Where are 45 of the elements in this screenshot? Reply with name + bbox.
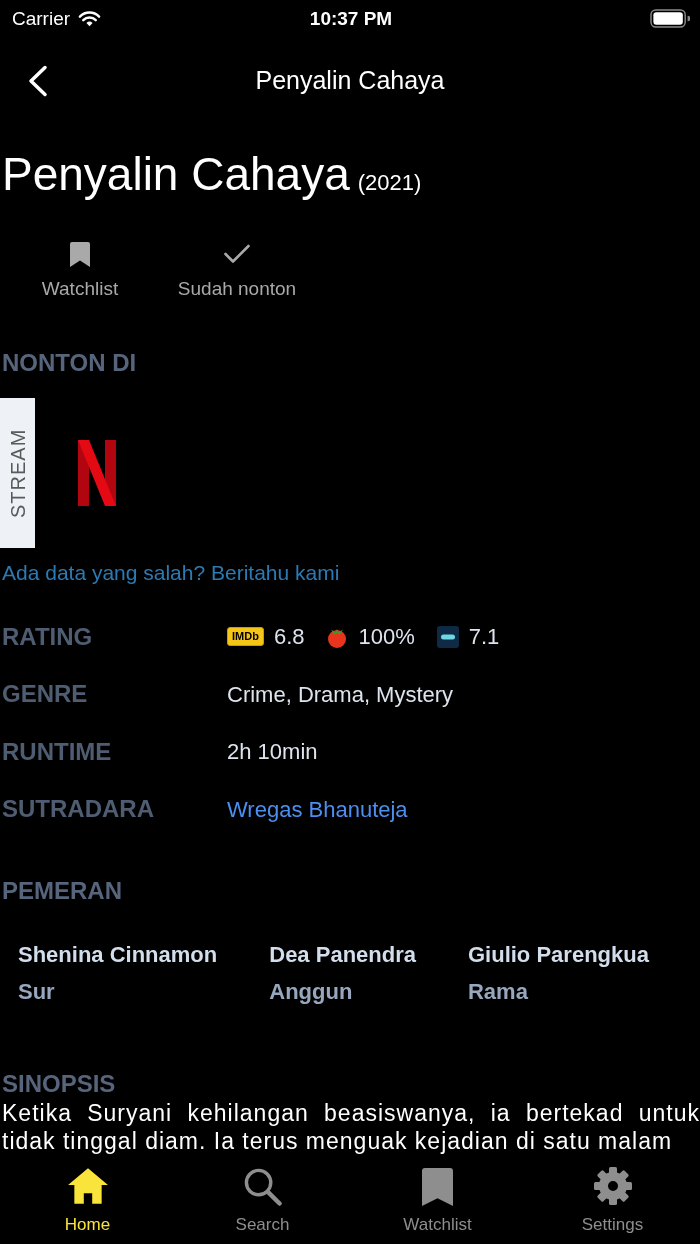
section-heading: NONTON DI <box>1 347 138 378</box>
tab-item[interactable]: Watchlist <box>350 1160 525 1244</box>
release-year: (2021) <box>357 170 422 195</box>
nav-title: Penyalin Cahaya <box>255 65 445 97</box>
carrier-name: Carrier <box>12 8 71 28</box>
tab-item[interactable]: Search <box>175 1160 350 1244</box>
actor-name[interactable]: Dea Panendra <box>269 941 416 968</box>
character-name: Sur <box>18 978 56 1005</box>
watchlist-button[interactable]: Watchlist <box>20 240 140 301</box>
character-name: Anggun <box>269 978 354 1005</box>
detail-value: Crime, Drama, Mystery <box>227 680 454 709</box>
pill-tile-icon <box>436 625 459 648</box>
watched-button[interactable]: Sudah nonton <box>160 240 314 301</box>
stream-category-label: STREAM <box>0 397 35 548</box>
detail-label: GENRE <box>1 679 89 710</box>
chevron-left-icon <box>28 65 48 97</box>
home-icon <box>66 1167 109 1205</box>
battery-icon <box>650 8 690 28</box>
checkmark-icon <box>224 243 250 264</box>
rating-score: 6.8 <box>273 623 305 652</box>
imdb-logo: IMDb <box>227 627 264 647</box>
actor-name[interactable]: Shenina Cinnamon <box>18 941 218 968</box>
detail-label: SUTRADARA <box>1 794 155 825</box>
detail-label: RUNTIME <box>1 736 113 767</box>
section-heading: PEMERAN <box>1 875 123 906</box>
section-heading: SINOPSIS <box>1 1068 117 1099</box>
tab-item[interactable]: Home <box>0 1160 175 1244</box>
bookmark-icon <box>422 1166 453 1206</box>
detail-label: RATING <box>1 621 94 652</box>
rating-score: 100% <box>358 623 415 652</box>
bookmark-icon <box>70 240 90 267</box>
detail-value: 2h 10min <box>227 738 318 767</box>
movie-title: Penyalin Cahaya <box>2 148 350 200</box>
tab-item[interactable]: Settings <box>525 1160 700 1244</box>
synopsis-text: Ketika Suryani kehilangan beasiswanya, ia bertekad untuk tidak tinggal diam. Ia terus menguak kejadian di satu malam <box>1 1098 700 1155</box>
wifi-icon <box>78 9 102 27</box>
rating-score: 7.1 <box>468 623 500 652</box>
search-icon <box>243 1166 282 1206</box>
character-name: Rama <box>468 978 529 1005</box>
settings-icon <box>592 1166 633 1206</box>
streaming-logo-icon[interactable] <box>78 439 116 506</box>
actor-name[interactable]: Giulio Parengkua <box>468 941 649 968</box>
director-link[interactable]: Wregas Bhanuteja <box>227 792 408 826</box>
clock-time: 10:37 PM <box>309 8 393 28</box>
report-link[interactable]: Ada data yang salah? Beritahu kami <box>0 558 340 587</box>
